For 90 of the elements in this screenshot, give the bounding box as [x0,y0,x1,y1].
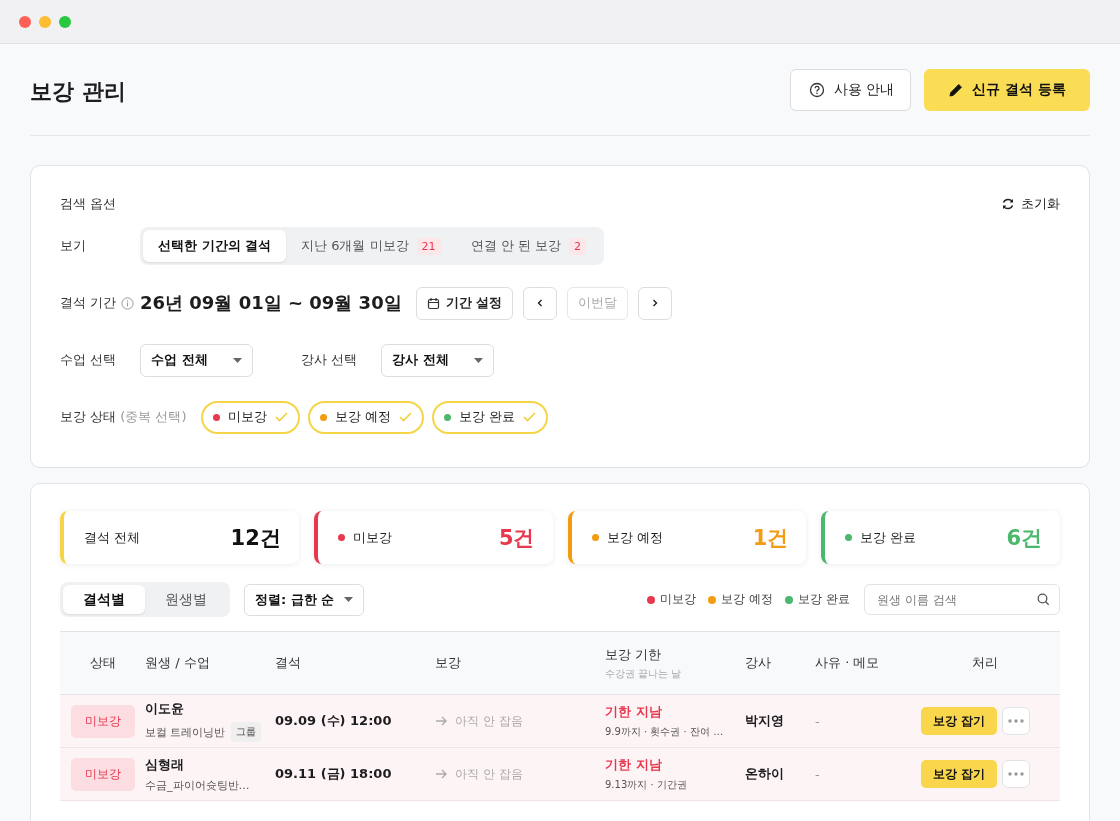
view-tab[interactable]: 지난 6개월 미보강 21 [286,230,456,262]
refresh-icon [1001,197,1015,211]
field-label: 보강 상태 (중복 선택) [60,408,187,426]
column-header: 강사 [745,654,772,672]
reset-button[interactable]: 초기화 [1001,195,1060,213]
close-window-icon[interactable] [19,15,31,28]
arrow-right-icon [435,716,448,726]
schedule-makeup-button[interactable]: 보강 잡기 [920,707,997,735]
student-name: 심형래 [145,755,184,774]
next-month-button[interactable] [638,286,673,320]
class-tag: 그룹 [230,722,261,742]
field-label: 보기 [60,237,87,255]
column-header: 상태 [89,654,116,672]
more-icon [1008,772,1024,776]
absence-time: 09.09 (수) 12:00 [275,712,392,730]
column-header: 보강 [435,654,462,672]
previous-month-button[interactable] [523,286,558,320]
stat-value: 12건 [230,524,281,552]
section-title: 검색 옵션 [60,195,117,213]
stat-value: 5건 [498,524,535,552]
teacher-name: 온하이 [745,765,784,783]
check-icon [522,412,536,422]
search-icon [1037,593,1050,606]
table-row[interactable]: 미보강 이도윤 보컬 트레이닝반 그룹 09.09 (수) 12:00 아직 안 잡음 기한 지남 9.9까지 · 횟수권 · 잔여 … 박지영 - 보강 잡기 [60,695,1060,748]
deadline-status: 기한 지남 [605,703,662,721]
maximize-window-icon[interactable] [59,15,71,28]
column-header: 결석 [275,654,302,672]
view-tab[interactable]: 선택한 기간의 결석 [143,230,287,262]
help-icon [808,81,825,98]
table-row[interactable]: 미보강 심형래 수금_파이어슛팅반… 09.11 (금) 18:00 아직 안 잡음 기한 지남 9.13까지 · 기간권 온하이 - 보강 잡기 [60,748,1060,801]
column-subheader: 수강권 끝나는 날 [605,666,683,681]
caret-icon [344,597,354,602]
stat-value: 1건 [752,524,789,552]
stat-label: 미보강 [352,528,392,547]
caret-icon [474,357,483,363]
sort-dropdown[interactable]: 정렬: 급한 순 [244,583,365,616]
status-filter-chip[interactable]: 보강 완료 [431,400,548,434]
more-button[interactable] [1002,760,1030,788]
schedule-makeup-button[interactable]: 보강 잡기 [920,760,997,788]
caret-icon [233,357,242,363]
legend-label: 미보강 [660,591,697,608]
class-name: 보컬 트레이닝반 [145,724,226,740]
column-header: 처리 [972,654,998,672]
makeup-status: 아직 안 잡음 [455,765,523,783]
column-header: 원생 / 수업 [145,654,211,672]
status-badge: 미보강 [70,704,135,738]
makeup-status: 아직 안 잡음 [455,712,523,730]
class-name: 수금_파이어슛팅반… [145,777,250,793]
status-filter-chip[interactable]: 보강 예정 [307,400,424,434]
field-label: 수업 선택 [60,351,118,369]
teacher-name: 박지영 [745,712,784,730]
list-mode-tab[interactable]: 결석별 [63,585,145,614]
stat-label: 보강 완료 [860,528,917,547]
deadline-detail: 9.13까지 · 기간권 [605,778,687,792]
new-absence-button[interactable]: 신규 결석 등록 [924,68,1090,111]
column-header: 사유 · 메모 [815,654,881,672]
set-period-button[interactable]: 기간 설정 [415,286,514,320]
memo-text: - [815,766,820,782]
check-icon [398,412,412,422]
deadline-detail: 9.9까지 · 횟수권 · 잔여 … [605,725,724,739]
memo-text: - [815,713,820,729]
calendar-icon [426,296,440,310]
legend-label: 보강 완료 [798,591,850,608]
view-tab[interactable]: 연결 안 된 보강 2 [455,230,601,262]
help-button[interactable]: 사용 안내 [789,68,912,111]
pencil-icon [948,81,965,98]
page-title: 보강 관리 [30,77,126,106]
stat-label: 결석 전체 [84,528,141,547]
period-range: 26년 09월 01일 ~ 09월 30일 [140,291,402,315]
class-dropdown[interactable]: 수업 전체 [140,343,253,377]
deadline-status: 기한 지남 [605,756,662,774]
check-icon [274,412,288,422]
absence-time: 09.11 (금) 18:00 [275,765,392,783]
field-label: 결석 기간 [60,294,117,312]
arrow-right-icon [435,769,448,779]
column-header: 보강 기한 [605,645,663,664]
status-filter-chip[interactable]: 미보강 [200,400,300,434]
stat-label: 보강 예정 [606,528,663,547]
minimize-window-icon[interactable] [39,15,51,28]
info-icon [121,296,135,310]
list-mode-tab[interactable]: 원생별 [145,585,227,614]
legend-label: 보강 예정 [721,591,774,608]
more-button[interactable] [1002,707,1030,735]
student-name: 이도윤 [145,700,184,718]
more-icon [1008,719,1024,723]
status-badge: 미보강 [70,757,135,791]
field-label: 강사 선택 [301,351,359,369]
stat-value: 6건 [1006,524,1042,552]
student-search-field[interactable]: 원생 이름 검색 [864,584,1060,615]
teacher-dropdown[interactable]: 강사 전체 [381,343,494,377]
